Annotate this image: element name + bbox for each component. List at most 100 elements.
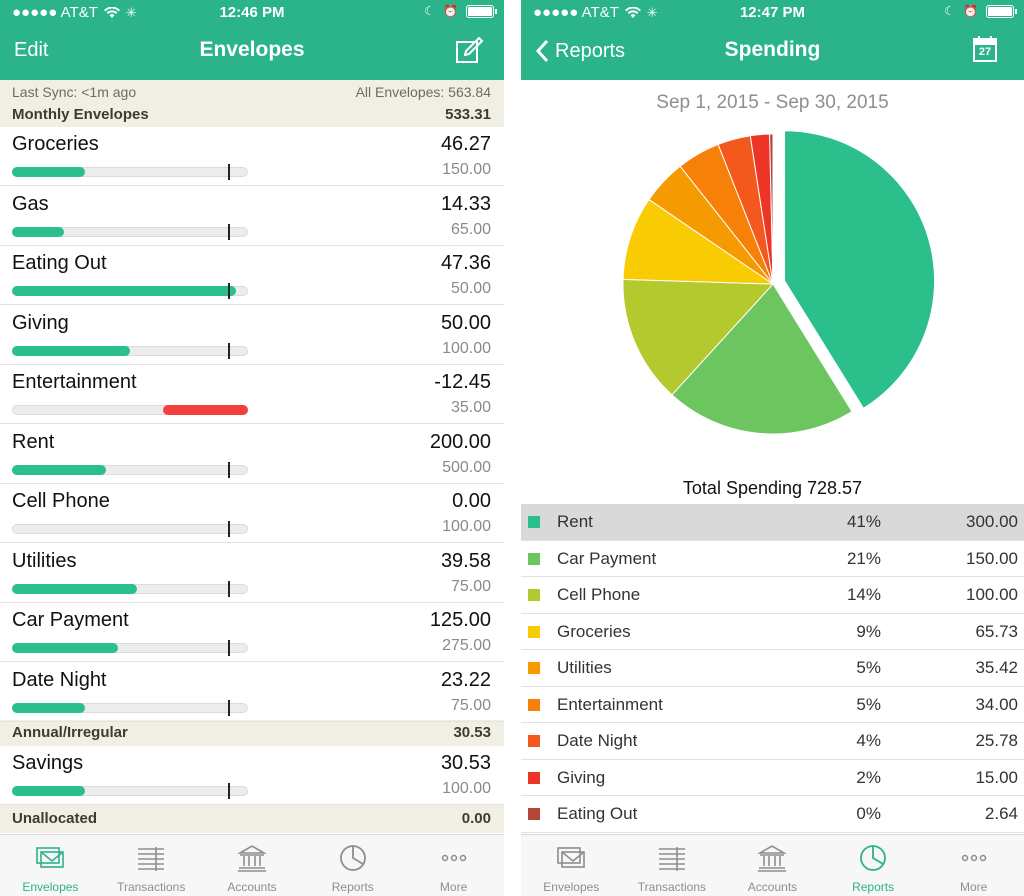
envelope-name: Date Night: [12, 668, 107, 691]
legend-row[interactable]: Giving 2% 15.00: [521, 760, 1024, 796]
envelope-row[interactable]: Giving 50.00 100.00: [0, 306, 504, 365]
envelope-row[interactable]: Gas 14.33 65.00: [0, 187, 504, 246]
envelope-name: Rent: [12, 430, 55, 453]
legend-row[interactable]: Cell Phone 14% 100.00: [521, 577, 1024, 614]
tab-reports[interactable]: Reports: [823, 835, 924, 896]
legend-category: Car Payment: [557, 548, 657, 568]
legend-percent: 2%: [856, 767, 881, 787]
tab-envelopes[interactable]: Envelopes: [0, 835, 101, 896]
envelope-period-marker: [228, 783, 230, 799]
envelope-amount: 46.27: [440, 133, 491, 155]
legend-row[interactable]: Car Payment 21% 150.00: [521, 541, 1024, 577]
envelope-amount: 200.00: [429, 430, 491, 453]
legend-row[interactable]: Utilities 5% 35.42: [521, 650, 1024, 687]
tab-transactions[interactable]: Transactions: [622, 835, 723, 896]
envelope-name: Utilities: [12, 549, 77, 572]
moon-icon: ☾: [944, 4, 956, 18]
legend-value: 35.42: [975, 658, 1018, 677]
more-icon: [441, 854, 466, 862]
envelope-progress-fill: [12, 702, 85, 713]
envelope-amount: 0.00: [452, 490, 491, 512]
spending-pie-chart[interactable]: [603, 126, 943, 442]
legend-swatch: [528, 662, 540, 674]
envelope-period-marker: [228, 699, 230, 716]
battery-icon: [466, 4, 497, 18]
envelope-progress-bar: [12, 461, 248, 478]
envelope-progress-fill: [12, 167, 85, 177]
legend-percent: 4%: [856, 731, 881, 750]
battery-icon: [986, 4, 1017, 18]
group-header-monthly: Monthly Envelopes 533.31: [0, 102, 504, 127]
envelope-name: Entertainment: [12, 371, 137, 393]
tab-accounts[interactable]: Accounts: [722, 835, 823, 896]
all-envelopes-total: All Envelopes: 563.84: [355, 84, 491, 100]
envelope-progress-fill: [12, 786, 85, 796]
legend-row[interactable]: Groceries 9% 65.73: [521, 614, 1024, 650]
legend-percent: 5%: [856, 694, 881, 714]
tab-label: Envelopes: [22, 880, 79, 894]
envelope-period-marker: [228, 461, 230, 478]
envelope-budget: 100.00: [442, 339, 491, 357]
alarm-icon: ⏰: [963, 4, 978, 18]
envelope-progress-bar: [12, 580, 248, 597]
envelope-progress-bar: [12, 521, 248, 537]
tab-reports[interactable]: Reports: [302, 835, 403, 896]
sync-row: Last Sync: <1m ago All Envelopes: 563.84: [0, 80, 504, 102]
tab-envelopes[interactable]: Envelopes: [521, 835, 622, 896]
envelope-budget: 35.00: [450, 399, 491, 416]
tab-accounts[interactable]: Accounts: [202, 835, 303, 896]
group-amount: 30.53: [453, 724, 491, 741]
group-header-unallocated[interactable]: Unallocated 0.00: [0, 805, 504, 833]
legend-row[interactable]: Rent 41% 300.00: [521, 504, 1024, 541]
envelope-period-marker: [228, 342, 230, 359]
transactions-icon: [138, 847, 165, 871]
envelope-name: Groceries: [12, 133, 99, 155]
page-title: Envelopes: [199, 38, 305, 61]
envelopes-icon: [557, 847, 586, 868]
envelope-period-marker: [228, 164, 230, 180]
more-icon: [961, 854, 986, 862]
envelope-budget: 75.00: [450, 696, 491, 714]
legend-percent: 0%: [856, 804, 881, 823]
envelope-row[interactable]: Entertainment -12.45 35.00: [0, 365, 504, 424]
bank-icon: [757, 845, 788, 872]
legend-category: Cell Phone: [557, 585, 641, 604]
group-label: Unallocated: [12, 810, 98, 827]
envelopes-header: ●●●●● AT&T ✳ 12:46 PM ☾ ⏰ Edit Envelopes: [0, 0, 504, 80]
envelope-progress-bar: [12, 223, 248, 240]
envelope-row[interactable]: Savings 30.53 100.00: [0, 746, 504, 805]
legend-category: Rent: [557, 512, 593, 531]
legend-value: 25.78: [975, 731, 1018, 750]
envelope-period-marker: [228, 640, 230, 656]
last-sync: Last Sync: <1m ago: [12, 84, 137, 100]
tab-more[interactable]: More: [923, 835, 1024, 896]
bank-icon: [237, 845, 267, 872]
envelope-amount: 30.53: [440, 752, 491, 774]
date-range[interactable]: Sep 1, 2015 - Sep 30, 2015: [521, 92, 1024, 114]
group-label: Annual/Irregular: [12, 724, 128, 741]
legend-row[interactable]: Date Night 4% 25.78: [521, 723, 1024, 760]
envelope-progress-fill: [163, 405, 248, 415]
envelope-period-marker: [228, 521, 230, 537]
navbar: Reports Spending 27: [521, 26, 1024, 80]
tab-label: Envelopes: [543, 880, 600, 894]
calendar-button[interactable]: 27: [972, 35, 998, 68]
envelope-row[interactable]: Car Payment 125.00 275.00: [0, 603, 504, 662]
envelope-row[interactable]: Rent 200.00 500.00: [0, 425, 504, 484]
tab-transactions[interactable]: Transactions: [101, 835, 202, 896]
envelope-row[interactable]: Eating Out 47.36 50.00: [0, 246, 504, 305]
legend-category: Date Night: [557, 731, 638, 750]
legend-row[interactable]: Entertainment 5% 34.00: [521, 687, 1024, 723]
envelope-row[interactable]: Utilities 39.58 75.00: [0, 544, 504, 603]
status-right: ☾ ⏰: [424, 4, 497, 18]
compose-button[interactable]: [454, 36, 484, 71]
legend-row[interactable]: Eating Out 0% 2.64: [521, 796, 1024, 833]
envelope-row[interactable]: Groceries 46.27 150.00: [0, 127, 504, 186]
envelope-name: Giving: [12, 311, 69, 334]
tab-more[interactable]: More: [403, 835, 504, 896]
status-right: ☾ ⏰: [944, 4, 1017, 18]
legend-value: 100.00: [966, 585, 1018, 604]
calendar-day: 27: [978, 46, 992, 58]
envelope-row[interactable]: Cell Phone 0.00 100.00: [0, 484, 504, 543]
envelope-row[interactable]: Date Night 23.22 75.00: [0, 663, 504, 722]
